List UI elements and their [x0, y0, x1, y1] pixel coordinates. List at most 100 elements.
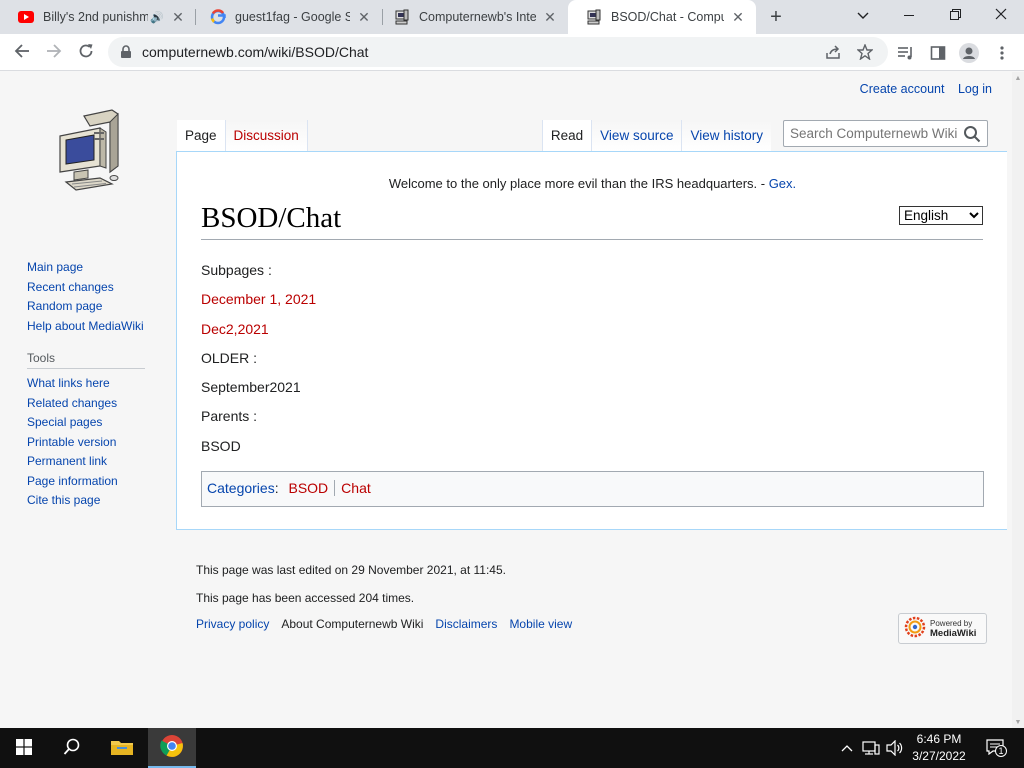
mediawiki-logo-icon — [904, 616, 926, 641]
tab-view-history[interactable]: View history — [682, 120, 771, 151]
minimize-icon — [904, 14, 914, 16]
computernewb-icon — [586, 9, 602, 25]
sidebar-item: Cite this page — [27, 491, 152, 511]
subpage-link[interactable]: December 1, 2021 — [201, 291, 316, 307]
taskbar-search-button[interactable] — [48, 728, 96, 768]
chevron-down-icon — [857, 7, 869, 23]
tab-discussion[interactable]: Discussion — [225, 120, 308, 151]
new-tab-button[interactable]: + — [764, 5, 788, 29]
powered-by-line-1: Powered by — [930, 618, 973, 628]
sidebar-item-page-information[interactable]: Page information — [27, 474, 118, 488]
media-control-icon[interactable] — [894, 41, 918, 65]
sidebar-item: What links here — [27, 374, 152, 394]
back-button[interactable] — [8, 39, 36, 67]
search-input[interactable] — [784, 121, 959, 146]
tab-view-source[interactable]: View source — [592, 120, 683, 151]
profile-avatar-icon[interactable] — [957, 41, 981, 65]
mobile-view-link[interactable]: Mobile view — [509, 617, 572, 631]
language-select[interactable]: English — [899, 206, 983, 225]
bookmark-star-icon[interactable] — [856, 43, 874, 61]
sidebar-item-related-changes[interactable]: Related changes — [27, 396, 117, 410]
subpage-link[interactable]: Dec2,2021 — [201, 321, 269, 337]
sidebar-item-recent-changes[interactable]: Recent changes — [27, 280, 114, 294]
search-box — [783, 120, 988, 147]
notification-icon: 1 — [986, 739, 1007, 757]
clock-time: 6:46 PM — [916, 732, 962, 746]
close-tab-icon[interactable]: ✕ — [170, 9, 186, 25]
browser-tab-computernewb[interactable]: Computernewb's Inter ✕ — [376, 0, 568, 34]
category-link-bsod[interactable]: BSOD — [282, 480, 334, 496]
browser-tab-bsod-chat[interactable]: BSOD/Chat - Compute ✕ — [568, 0, 756, 34]
forward-button[interactable] — [40, 39, 68, 67]
parent-page-link[interactable]: BSOD — [201, 438, 241, 454]
categories-label-link[interactable]: Categories — [207, 480, 275, 496]
action-center-button[interactable]: 1 — [983, 738, 1009, 758]
sidebar-item-cite-this-page[interactable]: Cite this page — [27, 493, 100, 507]
chrome-taskbar-button[interactable] — [148, 728, 196, 768]
parents-label: Parents : — [201, 408, 258, 425]
content-area: Welcome to the only place more evil than… — [176, 151, 1007, 530]
start-button[interactable] — [0, 728, 48, 768]
google-icon — [210, 9, 226, 25]
category-link-chat[interactable]: Chat — [334, 480, 377, 496]
sidebar-item: Recent changes — [27, 278, 152, 298]
close-window-button[interactable] — [978, 0, 1024, 30]
system-clock[interactable]: 6:46 PM 3/27/2022 — [904, 731, 974, 765]
site-notice-text: Welcome to the only place more evil than… — [388, 176, 769, 191]
vertical-scrollbar[interactable]: ▲ ▼ — [1012, 72, 1024, 728]
close-tab-icon[interactable]: ✕ — [730, 9, 746, 25]
close-tab-icon[interactable]: ✕ — [542, 9, 558, 25]
speaker-icon[interactable]: 🔊 — [150, 11, 164, 24]
tab-title: Computernewb's Inter — [419, 10, 536, 24]
restore-button[interactable] — [932, 0, 978, 30]
tab-read[interactable]: Read — [541, 120, 593, 151]
about-link[interactable]: About Computernewb Wiki — [281, 617, 423, 631]
side-panel-icon[interactable] — [926, 41, 950, 65]
sidebar-item-printable-version[interactable]: Printable version — [27, 435, 116, 449]
show-hidden-icons-chevron-up-icon[interactable] — [838, 738, 856, 758]
network-icon[interactable] — [862, 738, 880, 758]
sidebar-item-special-pages[interactable]: Special pages — [27, 415, 102, 429]
close-tab-icon[interactable]: ✕ — [356, 9, 372, 25]
lock-icon[interactable] — [120, 45, 134, 59]
back-arrow-icon — [14, 43, 30, 64]
browser-tab-google[interactable]: guest1fag - Google Se ✕ — [192, 0, 382, 34]
log-in-link[interactable]: Log in — [958, 82, 992, 96]
sidebar-item-what-links-here[interactable]: What links here — [27, 376, 110, 390]
tab-page[interactable]: Page — [177, 120, 226, 151]
tools-heading: Tools — [27, 351, 145, 369]
list-item: BSOD — [201, 438, 316, 467]
minimize-button[interactable] — [886, 0, 932, 30]
search-icon[interactable] — [963, 125, 981, 143]
older-page-link[interactable]: September2021 — [201, 379, 301, 395]
scroll-down-arrow-icon[interactable]: ▼ — [1012, 716, 1024, 728]
powered-by-line-2: MediaWiki — [930, 627, 977, 639]
menu-kebab-icon[interactable] — [990, 41, 1014, 65]
windows-taskbar: 6:46 PM 3/27/2022 1 — [0, 728, 1024, 768]
sidebar-item-help[interactable]: Help about MediaWiki — [27, 319, 144, 333]
sidebar-item: Related changes — [27, 394, 152, 414]
wiki-page: Create account Log in Main page Recent c… — [0, 72, 1012, 728]
privacy-policy-link[interactable]: Privacy policy — [196, 617, 269, 631]
powered-by-mediawiki-badge[interactable]: Powered by MediaWiki — [898, 613, 987, 644]
sidebar-item-permanent-link[interactable]: Permanent link — [27, 454, 107, 468]
disclaimers-link[interactable]: Disclaimers — [435, 617, 497, 631]
tab-search-button[interactable] — [840, 0, 886, 30]
volume-icon[interactable] — [886, 738, 904, 758]
sidebar-item: Permanent link — [27, 452, 152, 472]
file-explorer-button[interactable] — [98, 728, 146, 768]
share-icon[interactable] — [824, 43, 842, 61]
sidebar-item-main-page[interactable]: Main page — [27, 260, 83, 274]
sidebar-item-random-page[interactable]: Random page — [27, 299, 102, 313]
browser-tab-youtube[interactable]: Billy's 2nd punishm 🔊 ✕ — [0, 0, 196, 34]
windows-logo-icon — [16, 738, 32, 758]
list-item: Dec2,2021 — [201, 321, 316, 350]
notification-count-badge: 1 — [995, 745, 1007, 757]
reload-button[interactable] — [72, 39, 100, 67]
url-text[interactable]: computernewb.com/wiki/BSOD/Chat — [142, 44, 368, 60]
address-bar[interactable]: computernewb.com/wiki/BSOD/Chat — [108, 37, 888, 67]
site-logo[interactable] — [52, 108, 124, 194]
site-notice-author-link[interactable]: Gex. — [769, 176, 796, 191]
create-account-link[interactable]: Create account — [860, 82, 945, 96]
scroll-up-arrow-icon[interactable]: ▲ — [1012, 72, 1024, 84]
